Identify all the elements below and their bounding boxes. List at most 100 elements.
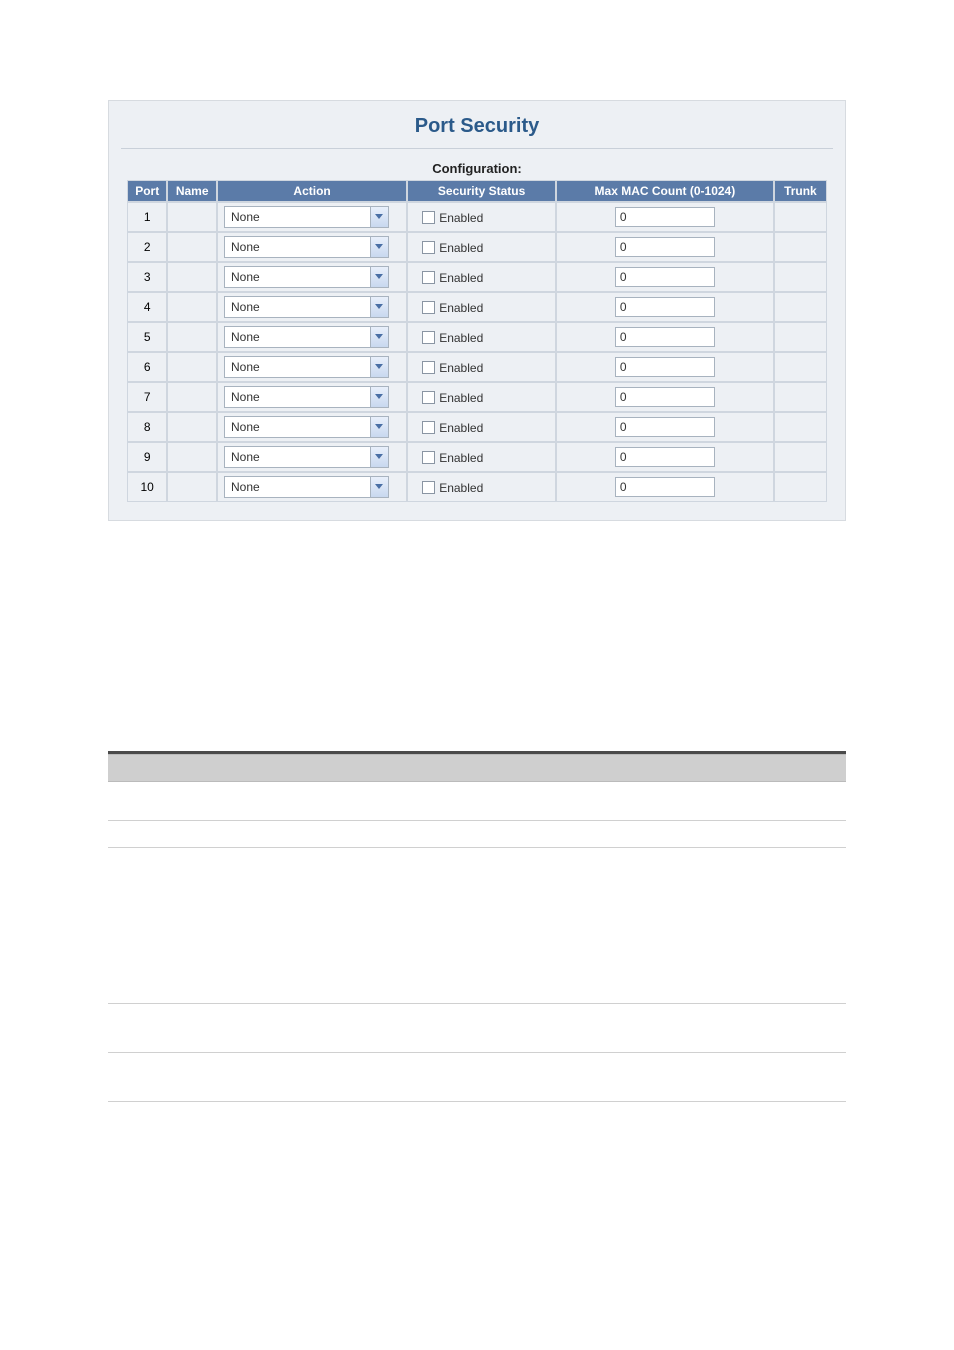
max-mac-input[interactable]: 0 — [615, 447, 715, 467]
max-mac-input[interactable]: 0 — [615, 477, 715, 497]
action-cell: None — [217, 322, 407, 352]
max-cell: 0 — [556, 382, 774, 412]
action-select-value: None — [225, 297, 370, 317]
action-select-value: None — [225, 417, 370, 437]
name-cell — [167, 352, 217, 382]
action-select[interactable]: None — [224, 446, 389, 468]
action-select[interactable]: None — [224, 356, 389, 378]
action-select[interactable]: None — [224, 416, 389, 438]
status-cell: Enabled — [407, 322, 556, 352]
action-select[interactable]: None — [224, 476, 389, 498]
name-cell — [167, 262, 217, 292]
max-mac-input[interactable]: 0 — [615, 357, 715, 377]
chevron-down-icon[interactable] — [370, 267, 388, 287]
status-cell: Enabled — [407, 352, 556, 382]
action-select-value: None — [225, 207, 370, 227]
divider — [108, 1003, 846, 1004]
trunk-cell — [774, 442, 827, 472]
action-select[interactable]: None — [224, 266, 389, 288]
status-cell: Enabled — [407, 412, 556, 442]
action-select[interactable]: None — [224, 206, 389, 228]
config-table: Port Name Action Security Status Max MAC… — [127, 180, 827, 502]
status-cell: Enabled — [407, 292, 556, 322]
action-select-value: None — [225, 387, 370, 407]
enabled-checkbox[interactable] — [422, 421, 435, 434]
enabled-label: Enabled — [439, 360, 483, 374]
port-value: 10 — [141, 480, 154, 494]
chevron-down-icon[interactable] — [370, 327, 388, 347]
action-select-value: None — [225, 267, 370, 287]
port-cell: 1 — [127, 202, 167, 232]
enabled-label: Enabled — [439, 300, 483, 314]
max-mac-input[interactable]: 0 — [615, 327, 715, 347]
port-cell: 2 — [127, 232, 167, 262]
trunk-cell — [774, 412, 827, 442]
max-mac-input[interactable]: 0 — [615, 237, 715, 257]
name-cell — [167, 202, 217, 232]
chevron-down-icon[interactable] — [370, 477, 388, 497]
header-action: Action — [217, 180, 407, 202]
enabled-checkbox[interactable] — [422, 451, 435, 464]
trunk-cell — [774, 232, 827, 262]
trunk-cell — [774, 322, 827, 352]
enabled-checkbox[interactable] — [422, 361, 435, 374]
chevron-down-icon[interactable] — [370, 447, 388, 467]
enabled-checkbox[interactable] — [422, 211, 435, 224]
port-security-panel: Port Security Configuration: Port Name A… — [108, 100, 846, 521]
enabled-checkbox[interactable] — [422, 241, 435, 254]
enabled-checkbox[interactable] — [422, 331, 435, 344]
max-mac-input[interactable]: 0 — [615, 207, 715, 227]
action-select-value: None — [225, 327, 370, 347]
status-cell: Enabled — [407, 472, 556, 502]
trunk-cell — [774, 292, 827, 322]
chevron-down-icon[interactable] — [370, 237, 388, 257]
max-mac-input[interactable]: 0 — [615, 417, 715, 437]
header-port: Port — [127, 180, 167, 202]
enabled-label: Enabled — [439, 450, 483, 464]
table-row: 5NoneEnabled0 — [127, 322, 827, 352]
action-select[interactable]: None — [224, 326, 389, 348]
table-row: 1 None Enabled 0 — [127, 202, 827, 232]
table-row: 10 None Enabled 0 — [127, 472, 827, 502]
action-cell: None — [217, 232, 407, 262]
divider — [108, 1052, 846, 1053]
enabled-checkbox[interactable] — [422, 301, 435, 314]
enabled-label: Enabled — [439, 390, 483, 404]
page-title: Port Security — [109, 111, 845, 148]
trunk-cell — [774, 382, 827, 412]
header-maxmac: Max MAC Count (0-1024) — [556, 180, 774, 202]
chevron-down-icon[interactable] — [370, 417, 388, 437]
action-select[interactable]: None — [224, 386, 389, 408]
port-value: 1 — [144, 210, 151, 224]
enabled-checkbox[interactable] — [422, 391, 435, 404]
action-cell: None — [217, 262, 407, 292]
action-select-value: None — [225, 237, 370, 257]
action-cell: None — [217, 202, 407, 232]
action-select[interactable]: None — [224, 236, 389, 258]
max-mac-input[interactable]: 0 — [615, 297, 715, 317]
table-row: 7 None Enabled 0 — [127, 382, 827, 412]
header-trunk: Trunk — [774, 180, 827, 202]
enabled-label: Enabled — [439, 210, 483, 224]
action-select[interactable]: None — [224, 296, 389, 318]
max-cell: 0 — [556, 202, 774, 232]
port-cell: 8 — [127, 412, 167, 442]
header-status: Security Status — [407, 180, 556, 202]
action-cell: None — [217, 352, 407, 382]
port-value: 9 — [144, 450, 151, 464]
enabled-label: Enabled — [439, 480, 483, 494]
enabled-checkbox[interactable] — [422, 481, 435, 494]
max-cell: 0 — [556, 292, 774, 322]
chevron-down-icon[interactable] — [370, 387, 388, 407]
chevron-down-icon[interactable] — [370, 297, 388, 317]
chevron-down-icon[interactable] — [370, 207, 388, 227]
table-row: 9 None Enabled 0 — [127, 442, 827, 472]
enabled-checkbox[interactable] — [422, 271, 435, 284]
max-mac-input[interactable]: 0 — [615, 267, 715, 287]
name-cell — [167, 442, 217, 472]
port-value: 7 — [144, 390, 151, 404]
max-mac-input[interactable]: 0 — [615, 387, 715, 407]
status-cell: Enabled — [407, 202, 556, 232]
chevron-down-icon[interactable] — [370, 357, 388, 377]
header-name: Name — [167, 180, 217, 202]
